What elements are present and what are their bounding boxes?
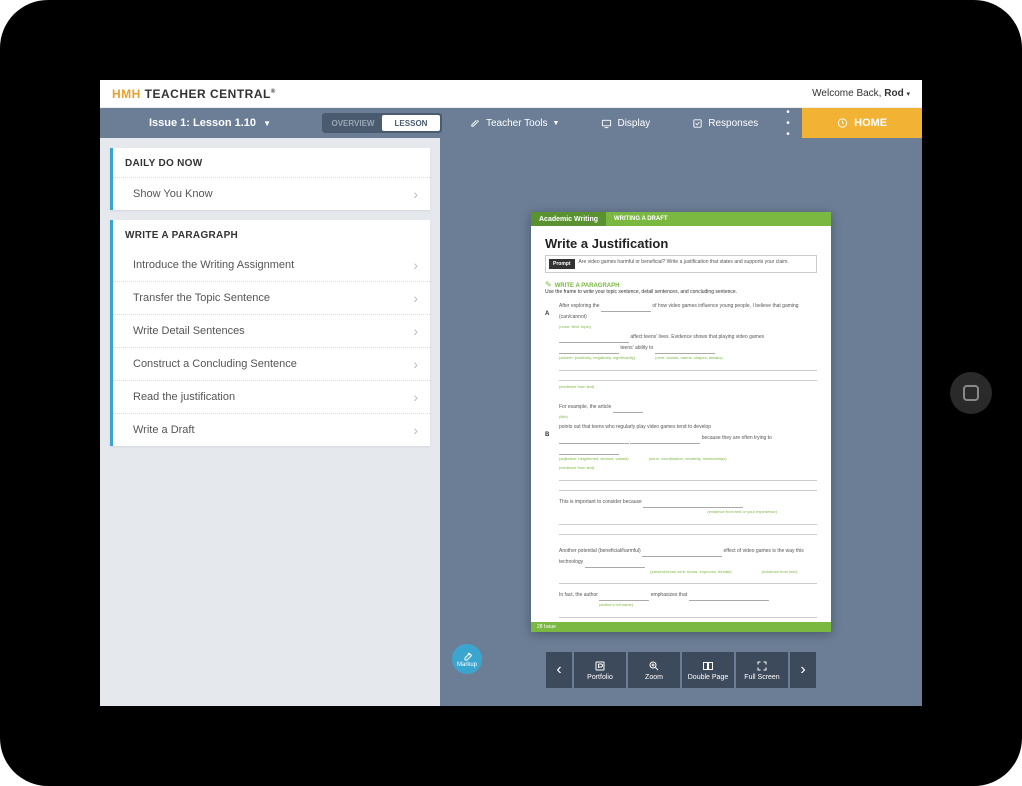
document-nav-bar: ‹ Portfolio Zoom Double Page xyxy=(546,652,816,688)
tools-icon xyxy=(470,118,481,129)
doc-section-sub: Use the frame to write your topic senten… xyxy=(545,289,817,295)
chevron-right-icon: › xyxy=(413,356,418,372)
doc-body: Write a Justification Prompt Are video g… xyxy=(531,226,831,632)
tablet-home-button[interactable] xyxy=(950,372,992,414)
panel-header: WRITE A PARAGRAPH xyxy=(113,220,430,249)
sidebar-item-read[interactable]: Read the justification› xyxy=(113,380,430,413)
fullscreen-icon xyxy=(755,660,769,672)
home-icon xyxy=(837,118,848,129)
panel-daily-do-now: DAILY DO NOW Show You Know › xyxy=(110,148,430,210)
sidebar-item-introduce[interactable]: Introduce the Writing Assignment› xyxy=(113,249,430,281)
sidebar-item-detail[interactable]: Write Detail Sentences› xyxy=(113,314,430,347)
content-area: DAILY DO NOW Show You Know › WRITE A PAR… xyxy=(100,138,922,706)
welcome-text[interactable]: Welcome Back, Rod ▾ xyxy=(812,88,910,99)
lesson-tab[interactable]: LESSON xyxy=(382,115,440,131)
brand-name: TEACHER CENTRAL xyxy=(145,87,271,101)
chevron-left-icon: ‹ xyxy=(556,661,561,679)
responses-button[interactable]: Responses xyxy=(678,118,772,129)
portfolio-icon xyxy=(593,660,607,672)
doc-header-bar: Academic Writing WRITING A DRAFT xyxy=(531,212,831,226)
top-bar: HMH TEACHER CENTRAL® Welcome Back, Rod ▾ xyxy=(100,80,922,108)
doc-paragraph-b: For example, the article (title) points … xyxy=(559,402,817,534)
nav-bar: Issue 1: Lesson 1.10 ▼ OVERVIEW LESSON T… xyxy=(100,108,922,138)
home-button[interactable]: HOME xyxy=(802,108,922,138)
home-button-icon xyxy=(963,385,979,401)
chevron-right-icon: › xyxy=(413,186,418,202)
display-button[interactable]: Display xyxy=(587,118,664,129)
pencil-icon: ✎ xyxy=(545,280,552,289)
display-icon xyxy=(601,118,612,129)
chevron-right-icon: › xyxy=(800,661,805,679)
panel-write-paragraph: WRITE A PARAGRAPH Introduce the Writing … xyxy=(110,220,430,446)
more-icon: • • • xyxy=(786,107,790,140)
view-toggle: OVERVIEW LESSON xyxy=(322,113,442,133)
next-page-button[interactable]: › xyxy=(790,652,816,688)
double-page-icon xyxy=(701,660,715,672)
sidebar-item-draft[interactable]: Write a Draft› xyxy=(113,413,430,446)
portfolio-button[interactable]: Portfolio xyxy=(574,652,626,688)
double-page-button[interactable]: Double Page xyxy=(682,652,734,688)
sidebar-item-show-you-know[interactable]: Show You Know › xyxy=(113,177,430,210)
chevron-right-icon: › xyxy=(413,323,418,339)
tablet-frame: HMH TEACHER CENTRAL® Welcome Back, Rod ▾… xyxy=(0,0,1022,786)
panel-header: DAILY DO NOW xyxy=(113,148,430,177)
responses-icon xyxy=(692,118,703,129)
brand-logo: HMH TEACHER CENTRAL® xyxy=(112,87,276,101)
user-dropdown-caret: ▾ xyxy=(906,91,910,98)
doc-prompt-box: Prompt Are video games harmful or benefi… xyxy=(545,255,817,273)
teacher-tools-menu[interactable]: Teacher Tools ▼ xyxy=(456,118,573,129)
more-menu[interactable]: • • • xyxy=(772,107,802,140)
sidebar: DAILY DO NOW Show You Know › WRITE A PAR… xyxy=(100,138,440,706)
chevron-right-icon: › xyxy=(413,257,418,273)
app-screen: HMH TEACHER CENTRAL® Welcome Back, Rod ▾… xyxy=(100,80,922,706)
doc-title: Write a Justification xyxy=(545,236,817,251)
fullscreen-button[interactable]: Full Screen xyxy=(736,652,788,688)
doc-tab-left: Academic Writing xyxy=(531,212,606,226)
brand-prefix: HMH xyxy=(112,87,141,101)
doc-paragraph-c: Another potential (beneficial/harmful) e… xyxy=(559,546,817,632)
markup-icon xyxy=(461,650,473,662)
overview-tab[interactable]: OVERVIEW xyxy=(324,115,382,131)
sidebar-item-transfer[interactable]: Transfer the Topic Sentence› xyxy=(113,281,430,314)
document-viewer: Markup Academic Writing WRITING A DRAFT … xyxy=(440,138,922,706)
doc-tab-right: WRITING A DRAFT xyxy=(606,216,676,222)
chevron-down-icon: ▼ xyxy=(263,119,271,128)
chevron-right-icon: › xyxy=(413,422,418,438)
chevron-down-icon: ▼ xyxy=(553,120,560,127)
zoom-button[interactable]: Zoom xyxy=(628,652,680,688)
prompt-text: Are video games harmful or beneficial? W… xyxy=(579,259,789,269)
zoom-icon xyxy=(647,660,661,672)
sidebar-item-concluding[interactable]: Construct a Concluding Sentence› xyxy=(113,347,430,380)
doc-paragraph-a: After exploring the of how video games i… xyxy=(559,301,817,391)
markup-button[interactable]: Markup xyxy=(452,644,482,674)
lesson-selector[interactable]: Issue 1: Lesson 1.10 ▼ xyxy=(100,117,320,129)
chevron-right-icon: › xyxy=(413,389,418,405)
prev-page-button[interactable]: ‹ xyxy=(546,652,572,688)
document-page[interactable]: Academic Writing WRITING A DRAFT Write a… xyxy=(531,212,831,632)
doc-footer: 28 Issue xyxy=(531,622,831,632)
chevron-right-icon: › xyxy=(413,290,418,306)
prompt-badge: Prompt xyxy=(549,259,575,269)
